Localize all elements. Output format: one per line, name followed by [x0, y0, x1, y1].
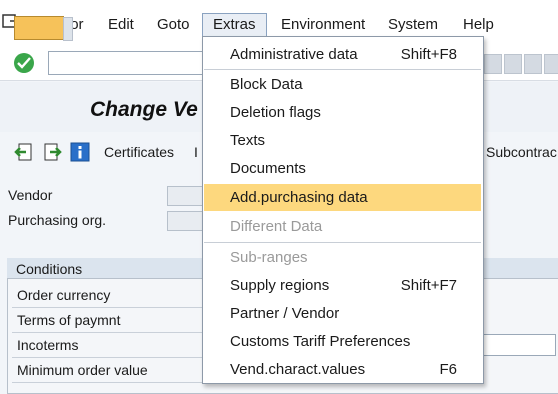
- menu-item-label: Supply regions: [230, 277, 330, 294]
- command-field[interactable]: [48, 51, 210, 75]
- menu-item-label: Texts: [230, 132, 266, 149]
- certificates-button[interactable]: Certificates: [104, 144, 174, 160]
- menu-item-add-purchasing-data[interactable]: Add.purchasing data: [204, 184, 481, 211]
- menu-item-administrative-data[interactable]: Administrative data Shift+F8: [204, 41, 481, 68]
- menu-separator: [204, 69, 481, 70]
- menu-item-documents[interactable]: Documents: [204, 155, 481, 182]
- menu-item-vend-charact-values[interactable]: Vend.charact.values F6: [204, 356, 481, 383]
- conditions-title: Conditions: [16, 261, 83, 277]
- menu-item-label: Add.purchasing data: [230, 189, 368, 206]
- purchasing-org-label: Purchasing org.: [8, 212, 107, 228]
- terms-of-payment-label: Terms of paymnt: [17, 312, 121, 328]
- menu-item-label: Administrative data: [230, 46, 358, 63]
- menu-item-shortcut: Shift+F7: [400, 277, 457, 294]
- menu-item-label: Sub-ranges: [230, 249, 308, 266]
- menu-goto[interactable]: Goto: [152, 16, 195, 33]
- toolbar-right-icons: [484, 54, 558, 74]
- incoterms-location-field[interactable]: [482, 334, 556, 356]
- menu-item-label: Customs Tariff Preferences: [230, 333, 411, 350]
- menu-extras[interactable]: Extras: [202, 13, 267, 37]
- menu-edit[interactable]: Edit: [103, 16, 139, 33]
- last-page-icon[interactable]: [544, 54, 558, 74]
- menu-item-block-data[interactable]: Block Data: [204, 71, 481, 98]
- previous-page-icon[interactable]: [504, 54, 522, 74]
- menu-system[interactable]: System: [383, 16, 443, 33]
- menu-item-label: Documents: [230, 160, 306, 177]
- row-divider: [12, 307, 210, 308]
- menu-item-different-data: Different Data: [204, 213, 481, 240]
- info-icon[interactable]: [70, 142, 90, 162]
- menu-environment[interactable]: Environment: [276, 16, 370, 33]
- next-screen-icon[interactable]: [42, 142, 62, 162]
- menu-item-supply-regions[interactable]: Supply regions Shift+F7: [204, 272, 481, 299]
- menu-item-customs-tariff-preferences[interactable]: Customs Tariff Preferences: [204, 328, 481, 355]
- menu-help[interactable]: Help: [458, 16, 499, 33]
- subcontract-button[interactable]: Subcontrac: [486, 144, 557, 160]
- next-page-icon[interactable]: [524, 54, 542, 74]
- vendor-label: Vendor: [8, 187, 53, 203]
- menu-item-deletion-flags[interactable]: Deletion flags: [204, 99, 481, 126]
- order-currency-label: Order currency: [17, 287, 111, 303]
- menu-item-label: Block Data: [230, 76, 303, 93]
- menu-item-label: Partner / Vendor: [230, 305, 340, 322]
- menu-item-label: Different Data: [230, 218, 323, 235]
- row-divider: [12, 382, 210, 383]
- previous-screen-icon[interactable]: [14, 142, 34, 162]
- menu-item-label: Vend.charact.values: [230, 361, 366, 378]
- menu-item-shortcut: F6: [439, 361, 457, 378]
- screen-menu-icon[interactable]: [14, 16, 73, 41]
- menu-item-texts[interactable]: Texts: [204, 127, 481, 154]
- menu-item-partner-vendor[interactable]: Partner / Vendor: [204, 300, 481, 327]
- menu-item-sub-ranges: Sub-ranges: [204, 244, 481, 271]
- menu-item-shortcut: Shift+F8: [400, 46, 457, 63]
- extras-dropdown-menu: Administrative data Shift+F8 Block Data …: [202, 36, 484, 384]
- first-page-icon[interactable]: [484, 54, 502, 74]
- minimum-order-value-label: Minimum order value: [17, 362, 148, 378]
- row-divider: [12, 332, 210, 333]
- incoterms-label: Incoterms: [17, 337, 79, 353]
- row-divider: [12, 357, 210, 358]
- menu-item-label: Deletion flags: [230, 104, 321, 121]
- toolbar-partial-button[interactable]: I: [194, 144, 198, 160]
- page-title: Change Ve: [90, 98, 198, 121]
- menu-separator: [204, 242, 481, 243]
- enter-check-icon[interactable]: [14, 53, 34, 73]
